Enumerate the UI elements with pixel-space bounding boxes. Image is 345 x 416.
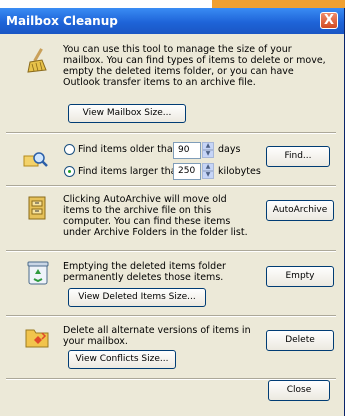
older-than-unit: days xyxy=(218,144,241,155)
view-conflicts-size-button[interactable]: View Conflicts Size... xyxy=(68,350,176,369)
find-button[interactable]: Find... xyxy=(266,146,330,167)
conflicts-text: Delete all alternate versions of items i… xyxy=(63,325,251,347)
archive-cabinet-icon xyxy=(24,194,52,222)
archive-text: Clicking AutoArchive will move old items… xyxy=(63,194,248,238)
close-window-button[interactable]: X xyxy=(320,12,338,29)
empty-button[interactable]: Empty xyxy=(266,266,334,287)
larger-than-label: Find items larger than xyxy=(78,166,183,177)
larger-than-value-field[interactable]: 250 xyxy=(173,163,201,180)
deleted-items-text: Emptying the deleted items folder perman… xyxy=(63,261,226,283)
deleted-items-section: Emptying the deleted items folder perman… xyxy=(6,254,336,317)
larger-than-radio[interactable] xyxy=(64,166,75,177)
archive-section: Clicking AutoArchive will move old items… xyxy=(6,188,336,252)
conflict-folder-icon xyxy=(24,324,52,352)
mailbox-cleanup-dialog: Mailbox Cleanup X You can use this tool … xyxy=(0,8,345,416)
broom-icon xyxy=(24,46,52,74)
find-section: Find items older than 90 ▲ ▼ days Find it… xyxy=(6,136,336,187)
close-button[interactable]: Close xyxy=(268,380,330,401)
older-than-value-field[interactable]: 90 xyxy=(173,142,201,159)
intro-text: You can use this tool to manage the size… xyxy=(63,44,326,88)
delete-button[interactable]: Delete xyxy=(266,330,334,351)
window-title: Mailbox Cleanup xyxy=(6,14,118,28)
recycle-bin-icon xyxy=(26,260,54,288)
view-deleted-items-size-button[interactable]: View Deleted Items Size... xyxy=(68,288,206,307)
view-mailbox-size-button[interactable]: View Mailbox Size... xyxy=(68,104,186,123)
background-orange-strip xyxy=(212,0,345,8)
conflicts-section: Delete all alternate versions of items i… xyxy=(6,318,336,380)
magnifier-icon xyxy=(22,146,50,174)
larger-than-spinner[interactable]: ▲ ▼ xyxy=(202,163,214,180)
older-than-label: Find items older than xyxy=(78,144,179,155)
older-than-radio[interactable] xyxy=(64,144,75,155)
title-bar: Mailbox Cleanup X xyxy=(0,8,344,34)
intro-section: You can use this tool to manage the size… xyxy=(6,38,336,134)
larger-than-unit: kilobytes xyxy=(218,166,261,177)
autoarchive-button[interactable]: AutoArchive xyxy=(266,200,334,221)
older-than-spinner[interactable]: ▲ ▼ xyxy=(202,142,214,159)
